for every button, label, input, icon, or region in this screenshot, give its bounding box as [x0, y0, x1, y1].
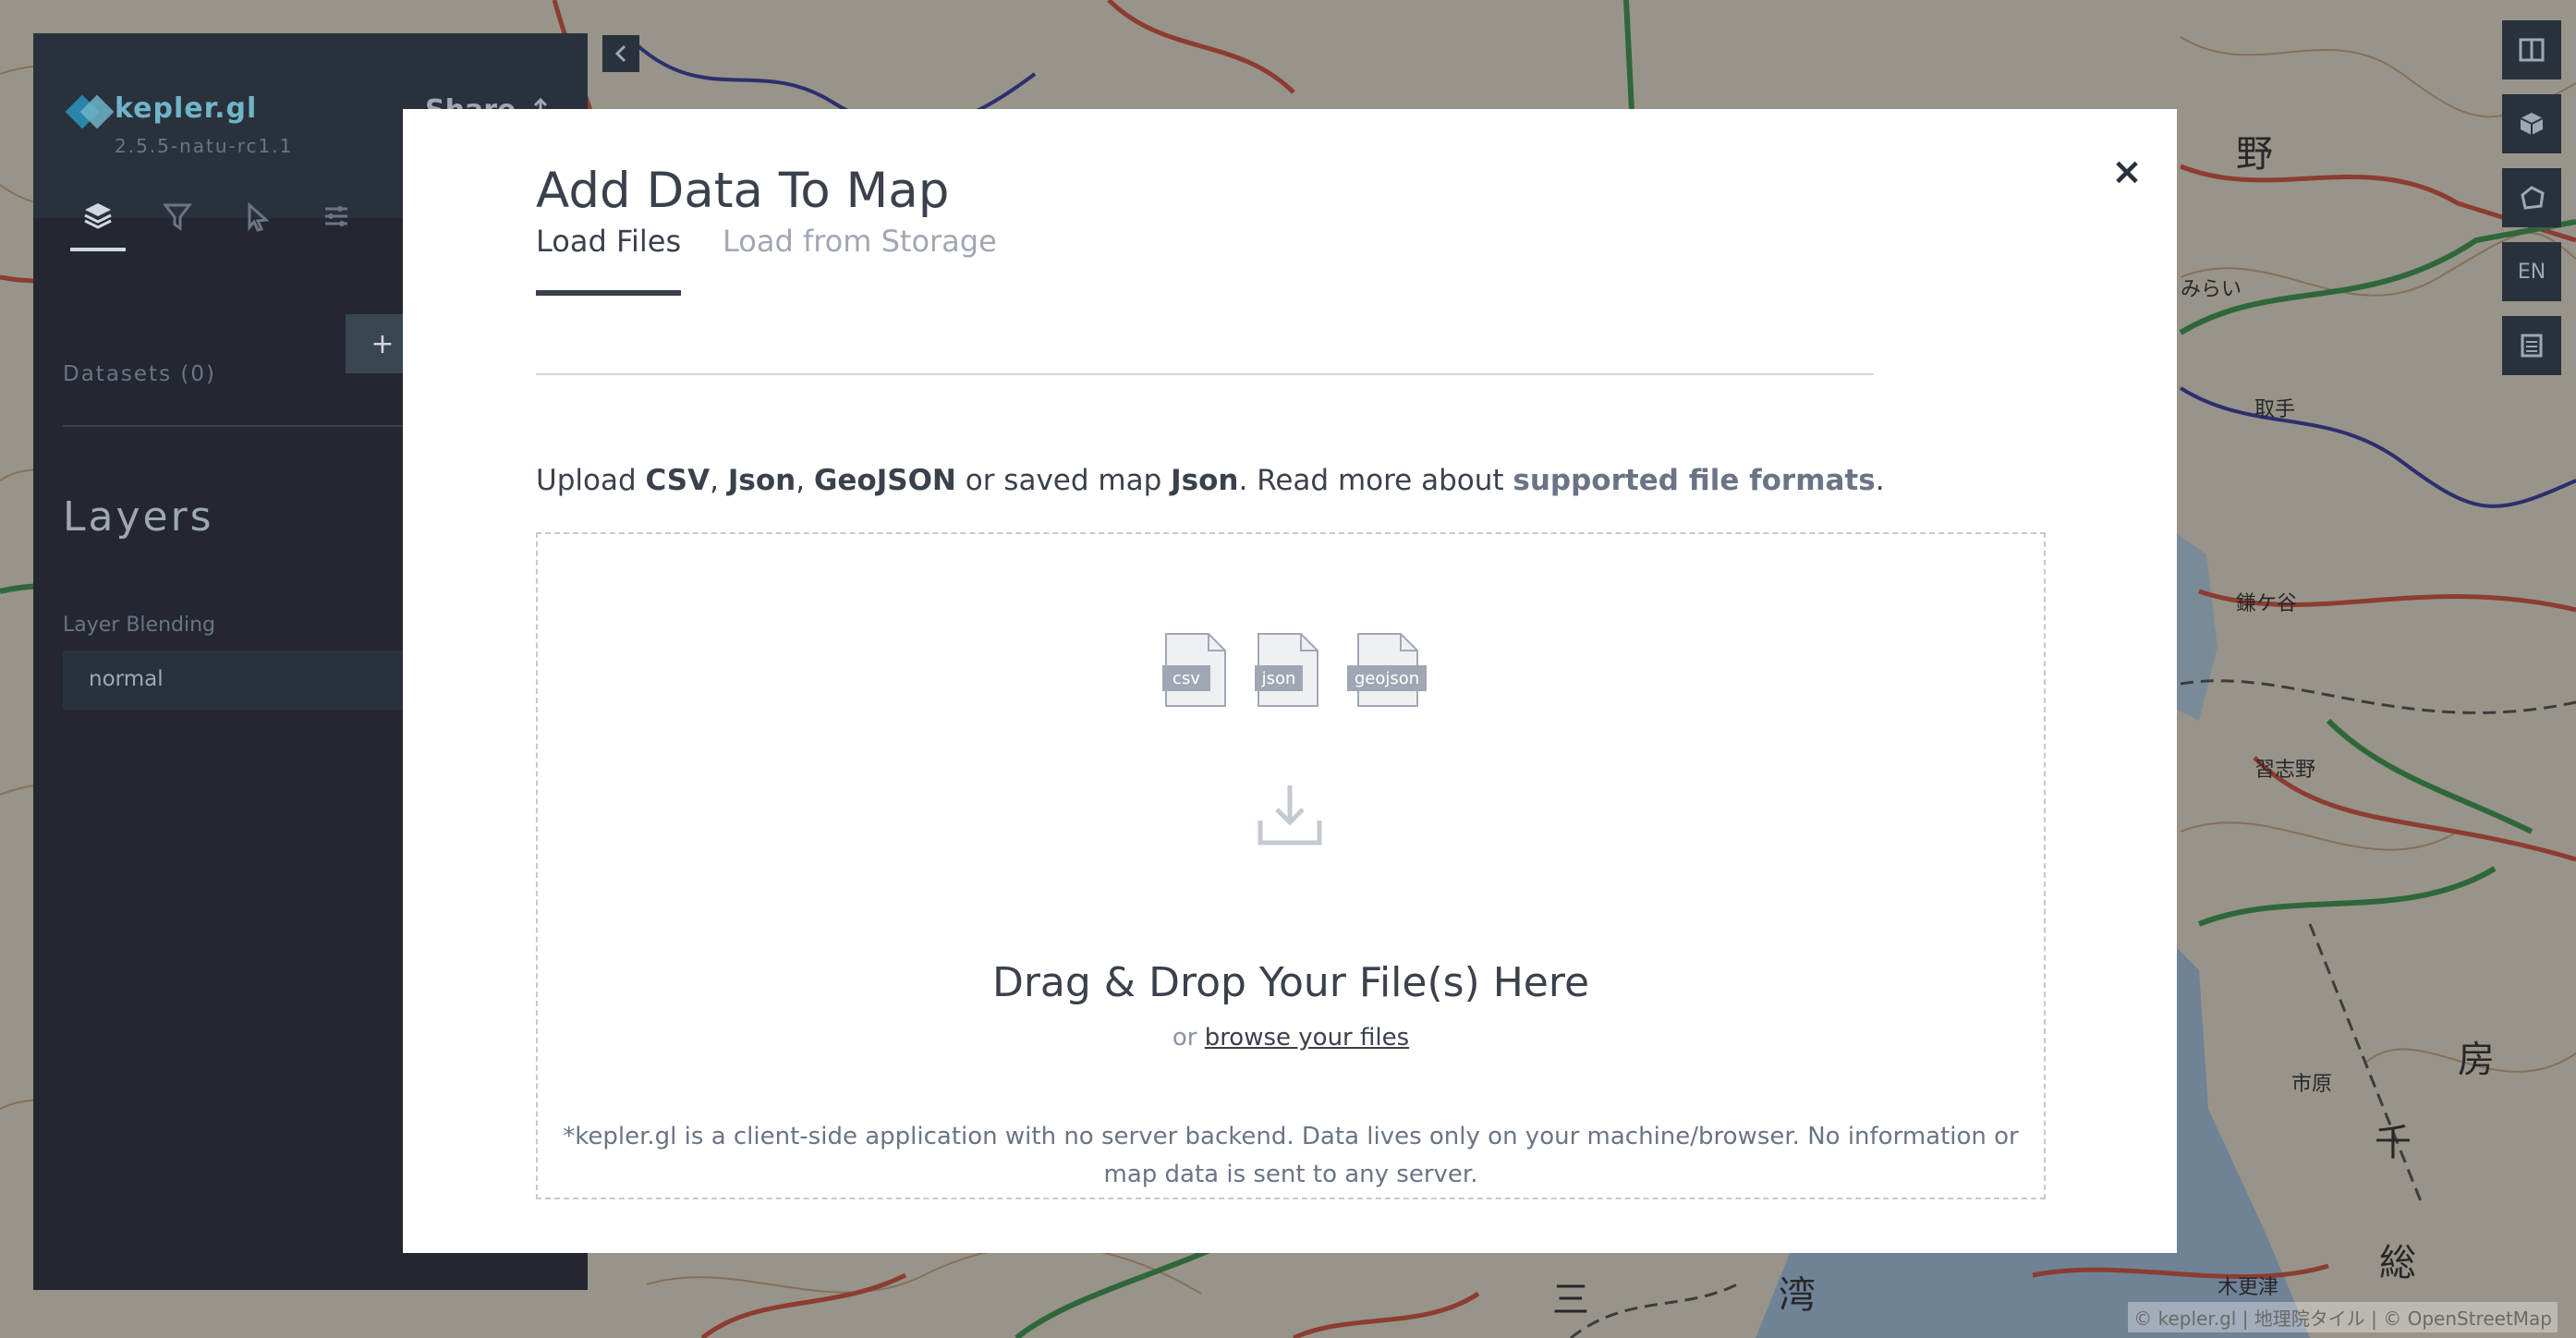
modal-title: Add Data To Map	[536, 163, 950, 219]
sliders-icon	[325, 206, 347, 226]
browse-files-link[interactable]: browse your files	[1205, 1024, 1409, 1052]
layer-blending-label: Layer Blending	[63, 614, 215, 637]
drop-title: Drag & Drop Your File(s) Here	[991, 959, 1590, 1006]
drop-subtitle: or browse your files	[1172, 1024, 1410, 1052]
cursor-icon	[248, 201, 270, 232]
upload-description: Upload CSV, Json, GeoJSON or saved map J…	[536, 464, 1885, 497]
collapse-sidebar-button[interactable]	[602, 35, 639, 72]
datasets-label: Datasets (0)	[63, 362, 216, 386]
add-data-modal: × Add Data To Map Load Files Load from S…	[403, 109, 2177, 1253]
geojson-file-icon: geojson	[1347, 632, 1428, 712]
draw-polygon-icon	[2521, 186, 2545, 210]
tab-interactions[interactable]	[231, 190, 283, 242]
tab-layers[interactable]	[70, 190, 126, 251]
file-dropzone[interactable]: csv json geojson Drag & Drop Your File(s…	[536, 532, 2046, 1199]
modal-tab-bar	[536, 294, 1874, 375]
filter-icon	[162, 203, 193, 231]
tab-load-from-storage[interactable]: Load from Storage	[723, 224, 997, 259]
layers-title: Layers	[63, 493, 214, 541]
split-map-button[interactable]	[2502, 20, 2561, 79]
chevron-left-icon	[614, 44, 626, 63]
split-map-icon	[2519, 38, 2545, 62]
format-csv: CSV	[645, 464, 711, 497]
tab-base-map[interactable]	[310, 190, 362, 242]
svg-text:geojson: geojson	[1355, 669, 1419, 688]
supported-formats-link[interactable]: supported file formats	[1513, 464, 1875, 497]
legend-button[interactable]	[2502, 316, 2561, 375]
csv-file-icon: csv	[1162, 632, 1229, 712]
close-icon[interactable]: ×	[2099, 144, 2155, 200]
svg-text:json: json	[1261, 669, 1296, 688]
map-attribution[interactable]: © kepler.gl | 地理院タイル | © OpenStreetMap	[2128, 1302, 2558, 1332]
svg-text:csv: csv	[1173, 669, 1200, 688]
legend-icon	[2521, 334, 2543, 358]
3d-cube-icon	[2520, 113, 2544, 135]
format-json: Json	[727, 464, 796, 497]
locale-button[interactable]: EN	[2502, 242, 2561, 301]
json-file-icon: json	[1255, 632, 1321, 712]
upload-tray-icon	[1257, 782, 1323, 852]
toggle-3d-button[interactable]	[2502, 94, 2561, 153]
app-name: kepler.gl	[115, 92, 258, 125]
layers-icon	[84, 203, 112, 229]
tab-load-files[interactable]: Load Files	[536, 224, 682, 296]
privacy-disclaimer: *kepler.gl is a client-side application …	[563, 1123, 2019, 1188]
format-saved-map-json: Json	[1171, 464, 1239, 497]
tab-filters[interactable]	[152, 190, 203, 242]
app-version: 2.5.5-natu-rc1.1	[115, 135, 294, 157]
draw-polygon-button[interactable]	[2502, 168, 2561, 227]
format-geojson: GeoJSON	[813, 464, 956, 497]
